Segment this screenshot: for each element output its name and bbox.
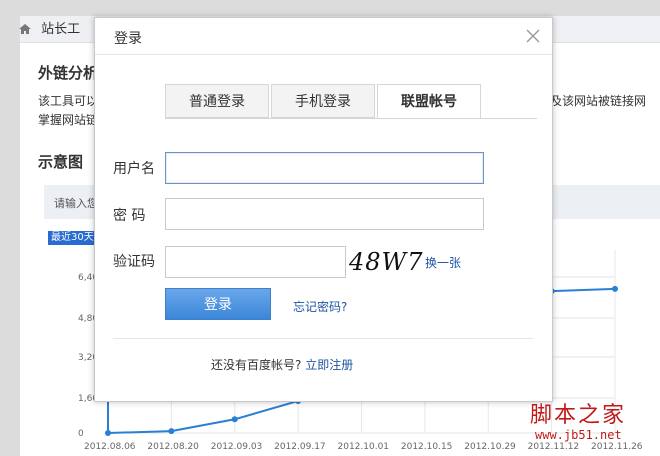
register-line: 还没有百度帐号? 立即注册 [211,356,353,373]
data-point[interactable] [168,428,175,435]
x-tick-label: 2012.08.20 [147,442,199,452]
x-tick-label: 2012.10.01 [338,442,390,452]
dialog-divider [113,338,533,339]
register-prompt: 还没有百度帐号? [211,358,302,372]
tab-normal-login[interactable]: 普通登录 [165,84,269,118]
watermark-site: 脚本之家 [530,403,627,428]
x-tick-label: 2012.09.03 [211,442,263,452]
x-tick-label: 2012.10.29 [464,442,516,452]
x-tick-label: 2012.11.26 [591,442,643,452]
tab-union-account[interactable]: 联盟帐号 [377,84,481,119]
password-label: 密 码 [113,208,146,224]
username-label: 用户名 [113,161,155,177]
y-tick-label: 0 [78,429,84,439]
refresh-captcha-link[interactable]: 换一张 [425,254,461,271]
x-tick-label: 2012.09.17 [274,442,326,452]
password-input[interactable] [165,198,484,230]
login-dialog: 登录 普通登录 手机登录 联盟帐号 用户名 密 码 验证码 48W7 换一张 登… [94,17,553,402]
tab-divider [165,118,537,119]
dialog-header: 登录 [95,18,552,55]
captcha-image: 48W7 [349,248,424,276]
watermark-url: www.jb51.net [535,428,622,442]
login-tabs: 普通登录 手机登录 联盟帐号 [165,84,535,119]
data-point[interactable] [105,430,111,436]
x-tick-label: 2012.10.15 [401,442,453,452]
x-tick-label: 2012.08.06 [84,442,136,452]
close-icon[interactable] [525,28,541,44]
x-tick-label: 2012.11.12 [528,442,580,452]
captcha-input[interactable] [165,246,346,278]
data-point[interactable] [231,416,238,423]
register-link[interactable]: 立即注册 [305,358,353,372]
dialog-title: 登录 [114,31,142,47]
username-input[interactable] [165,152,484,184]
captcha-label: 验证码 [113,254,155,270]
tab-phone-login[interactable]: 手机登录 [271,84,375,118]
login-button[interactable]: 登录 [165,288,271,320]
data-point[interactable] [612,285,618,292]
forgot-password-link[interactable]: 忘记密码? [293,298,347,315]
